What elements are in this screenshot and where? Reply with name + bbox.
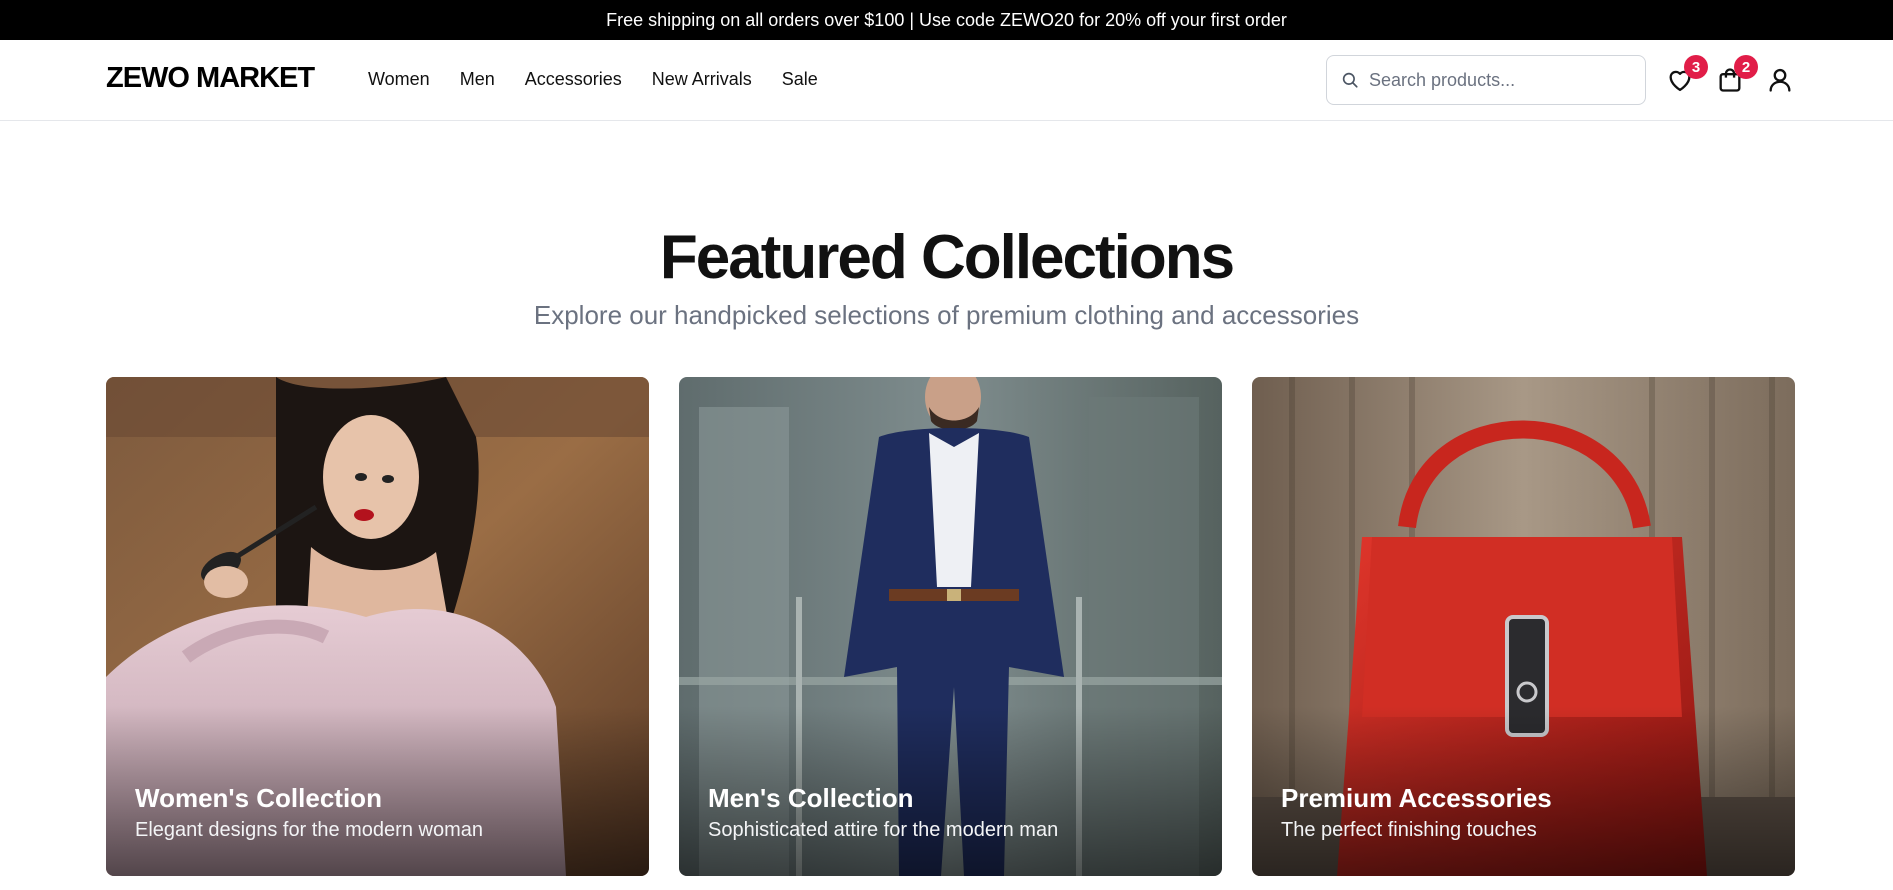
- wishlist-button[interactable]: 3: [1664, 55, 1708, 96]
- wishlist-count-badge: 3: [1684, 55, 1708, 79]
- nav-accessories[interactable]: Accessories: [525, 69, 622, 90]
- collection-title: Men's Collection: [708, 783, 914, 813]
- announcement-text: Free shipping on all orders over $100 | …: [606, 9, 1287, 30]
- nav-men[interactable]: Men: [460, 69, 495, 90]
- collection-description: The perfect finishing touches: [1281, 819, 1537, 841]
- announcement-bar: Free shipping on all orders over $100 | …: [0, 0, 1893, 40]
- cart-count-badge: 2: [1734, 55, 1758, 79]
- collection-title: Women's Collection: [135, 783, 382, 813]
- collection-card-men[interactable]: Men's Collection Sophisticated attire fo…: [679, 377, 1222, 876]
- collection-description: Sophisticated attire for the modern man: [708, 819, 1059, 841]
- section-subtitle: Explore our handpicked selections of pre…: [533, 300, 1360, 330]
- account-button[interactable]: [1764, 64, 1796, 96]
- search-box[interactable]: [1326, 55, 1646, 105]
- search-icon: [1342, 72, 1358, 88]
- collection-card-women[interactable]: Women's Collection Elegant designs for t…: [106, 377, 649, 876]
- collection-description: Elegant designs for the modern woman: [135, 819, 483, 841]
- nav-women[interactable]: Women: [368, 69, 430, 90]
- collection-card-accessories[interactable]: Premium Accessories The perfect finishin…: [1252, 377, 1795, 876]
- nav-new-arrivals[interactable]: New Arrivals: [652, 69, 752, 90]
- main-nav: Women Men Accessories New Arrivals Sale: [368, 69, 848, 90]
- site-header: ZEWO MARKET Women Men Accessories New Ar…: [0, 40, 1893, 121]
- nav-sale[interactable]: Sale: [782, 69, 818, 90]
- user-icon: [1769, 68, 1791, 92]
- site-logo[interactable]: ZEWO MARKET: [106, 62, 315, 95]
- collection-title: Premium Accessories: [1281, 783, 1552, 813]
- section-title: Featured Collections: [659, 223, 1235, 292]
- cart-button[interactable]: 2: [1714, 55, 1758, 96]
- search-input[interactable]: [1369, 69, 1619, 91]
